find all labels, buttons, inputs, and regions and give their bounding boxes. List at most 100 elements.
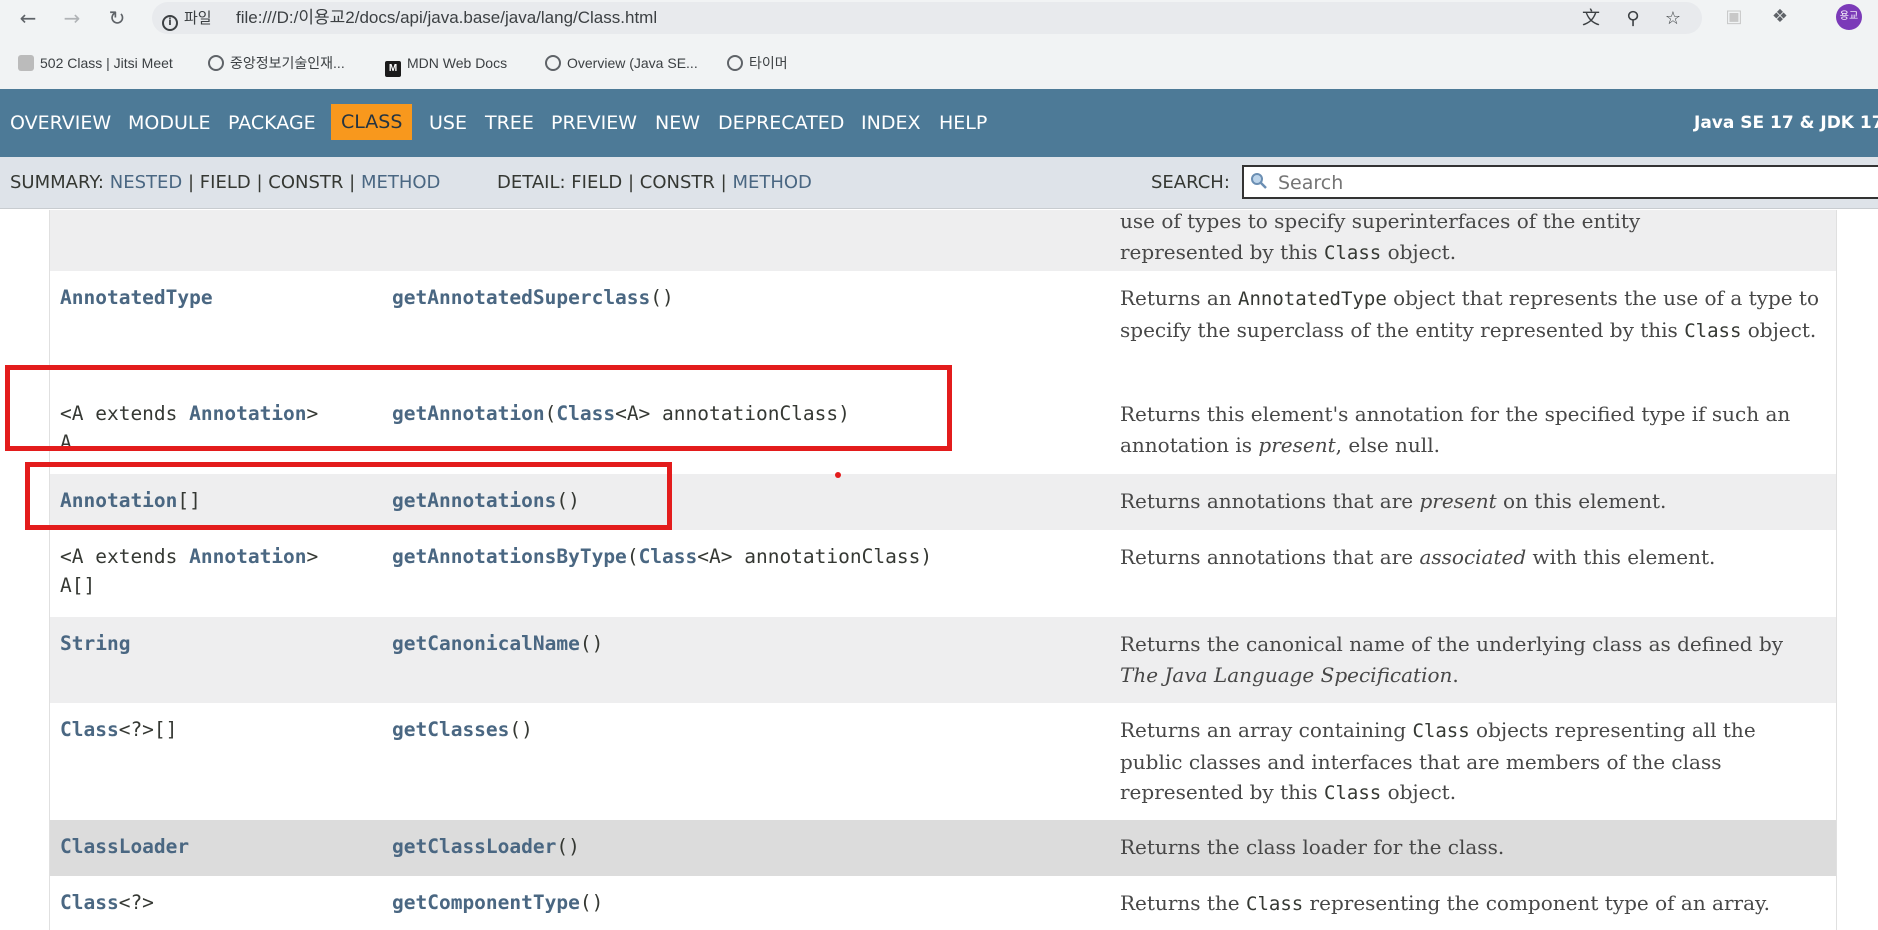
method-link[interactable]: getAnnotatedSuperclass [392,286,650,309]
search-label: SEARCH: [1151,172,1230,193]
type-link[interactable]: Class [60,891,119,914]
nav-tree[interactable]: TREE [485,89,534,157]
type-link[interactable]: Class [60,718,119,741]
nav-new[interactable]: NEW [655,89,700,157]
method-description: Returns annotations that are present on … [1120,489,1667,513]
search-icon [1251,173,1267,189]
detail-links: DETAIL: FIELD | CONSTR | METHOD [497,157,812,209]
method-signature: getCanonicalName() [392,632,604,655]
bookmark-item[interactable]: 중앙정보기술인재... [208,52,345,74]
bookmark-item[interactable]: M MDN Web Docs [385,52,507,77]
summary-nested-link[interactable]: NESTED [110,172,183,193]
browser-toolbar: ← → ↻ i 파일 file:///D:/이용교2/docs/api/java.… [0,0,1878,89]
type-link[interactable]: Annotation [189,545,306,568]
method-link[interactable]: getAnnotationsByType [392,545,627,568]
bookmark-star-icon[interactable]: ☆ [1662,8,1684,30]
cursor-dot [835,472,841,478]
nav-overview[interactable]: OVERVIEW [10,89,111,157]
address-row: ← → ↻ i 파일 file:///D:/이용교2/docs/api/java.… [0,0,1878,36]
nav-help[interactable]: HELP [939,89,987,157]
globe-icon [727,55,743,71]
method-description: Returns the Class representing the compo… [1120,891,1771,915]
method-description: Returns annotations that are associated … [1120,545,1716,569]
profile-avatar[interactable]: 용교 [1836,4,1862,30]
method-link[interactable]: getClasses [392,718,509,741]
method-description: Returns the canonical name of the underl… [1120,632,1784,687]
table-row: String getCanonicalName() Returns the ca… [49,617,1837,703]
type-link[interactable]: AnnotatedType [60,286,213,309]
nav-preview[interactable]: PREVIEW [551,89,637,157]
nav-use[interactable]: USE [429,89,467,157]
info-icon: i [162,15,178,31]
summary-links: SUMMARY: NESTED | FIELD | CONSTR | METHO… [10,157,440,209]
separator: | [349,172,356,193]
address-bar[interactable]: i 파일 file:///D:/이용교2/docs/api/java.base/j… [152,2,1702,34]
url-text[interactable]: file:///D:/이용교2/docs/api/java.base/java/… [236,7,657,29]
search-input[interactable] [1278,171,1858,195]
method-signature: getAnnotationsByType(Class<A> annotation… [392,545,933,568]
method-description: Returns the class loader for the class. [1120,835,1505,859]
globe-icon [545,55,561,71]
method-description: Returns an AnnotatedType object that rep… [1120,286,1820,342]
method-link[interactable]: getComponentType [392,891,580,914]
return-type: Class<?> [60,891,154,914]
method-signature: getClasses() [392,718,533,741]
zoom-icon[interactable]: ⚲ [1622,8,1644,30]
table-row: use of types to specify superinterfaces … [49,210,1837,271]
extension-icon[interactable]: ▣ [1722,5,1746,29]
forward-icon[interactable]: → [58,4,86,32]
detail-method-link[interactable]: METHOD [732,172,811,193]
bookmark-item[interactable]: 502 Class | Jitsi Meet [18,52,173,74]
method-link[interactable]: getCanonicalName [392,632,580,655]
detail-label: DETAIL: [497,172,566,193]
return-type: ClassLoader [60,832,380,861]
detail-constr: CONSTR [639,172,715,193]
bookmark-item[interactable]: Overview (Java SE... [545,52,698,74]
method-description: Returns an array containing Class object… [1120,718,1756,804]
nav-package[interactable]: PACKAGE [228,89,316,157]
table-row: ClassLoader getClassLoader() Returns the… [49,820,1837,876]
type-link[interactable]: ClassLoader [60,835,189,858]
globe-icon [208,55,224,71]
return-type: AnnotatedType [60,283,380,312]
separator: | [720,172,727,193]
type-link[interactable]: Class [639,545,698,568]
translate-icon[interactable]: 文 [1580,8,1602,30]
detail-field: FIELD [571,172,623,193]
table-row: Class<?>[] getClasses() Returns an array… [49,703,1837,820]
separator: | [627,172,635,193]
method-summary: use of types to specify superinterfaces … [0,210,1878,930]
reload-icon[interactable]: ↻ [103,4,131,32]
type-link[interactable]: String [60,632,130,655]
return-type: String [60,629,380,658]
search-box[interactable] [1242,165,1878,199]
nav-module[interactable]: MODULE [128,89,210,157]
nav-class[interactable]: CLASS [331,104,413,140]
method-signature: getComponentType() [392,891,604,914]
summary-constr: CONSTR [268,172,344,193]
mdn-icon: M [385,61,401,77]
method-signature: getClassLoader() [392,835,580,858]
java-version-label: Java SE 17 & JDK 17 [1694,113,1878,133]
back-icon[interactable]: ← [14,4,42,32]
summary-label: SUMMARY: [10,172,104,193]
separator: | [187,172,195,193]
extensions-puzzle-icon[interactable]: ❖ [1768,5,1792,29]
nav-index[interactable]: INDEX [861,89,920,157]
summary-field: FIELD [199,172,251,193]
method-description: use of types to specify superinterfaces … [1120,210,1641,264]
highlight-box-getannotations [25,462,672,530]
javadoc-sub-nav: SUMMARY: NESTED | FIELD | CONSTR | METHO… [0,157,1878,209]
nav-deprecated[interactable]: DEPRECATED [718,89,844,157]
site-info-chip[interactable]: i 파일 [162,8,212,31]
bookmark-item[interactable]: 타이머 [727,52,788,74]
highlight-box-getannotation [5,365,952,451]
summary-method-link[interactable]: METHOD [361,172,440,193]
javadoc-top-nav: OVERVIEW MODULE PACKAGE CLASS USE TREE P… [0,89,1878,157]
table-row: Class<?> getComponentType() Returns the … [49,876,1837,930]
method-signature: getAnnotatedSuperclass() [392,286,674,309]
separator: | [256,172,263,193]
method-link[interactable]: getClassLoader [392,835,556,858]
table-row: <A extends Annotation> A[] getAnnotation… [49,530,1837,617]
method-description: Returns this element's annotation for th… [1120,402,1791,457]
